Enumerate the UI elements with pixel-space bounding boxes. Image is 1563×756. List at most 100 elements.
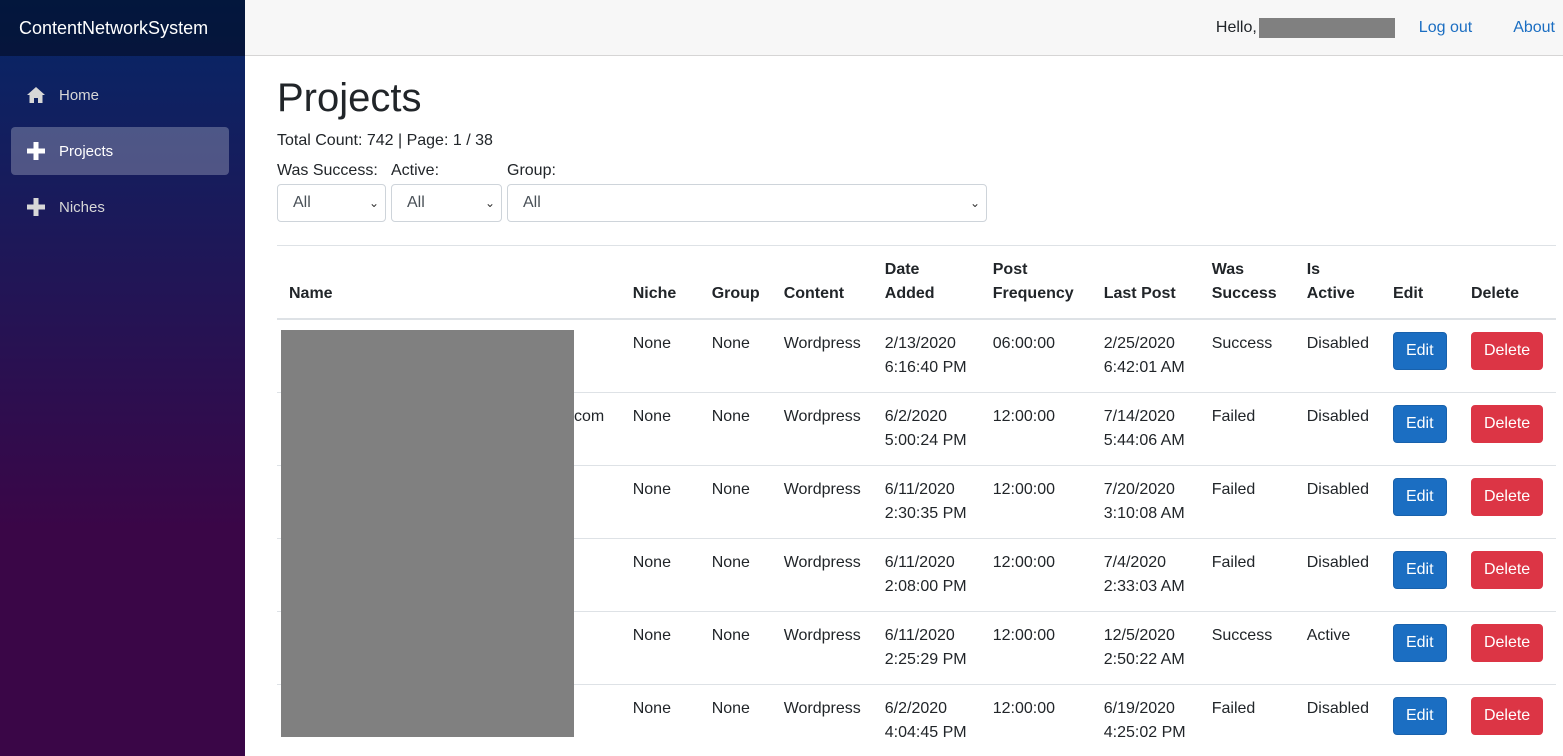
delete-button[interactable]: Delete: [1470, 405, 1544, 443]
cell-was-success: Success: [1199, 318, 1295, 393]
cell-last-post: 7/14/2020 5:44:06 AM: [1091, 392, 1200, 466]
brand-bar: ContentNetworkSystem: [0, 0, 245, 56]
col-niche: Niche: [620, 245, 700, 320]
edit-button[interactable]: Edit: [1392, 405, 1447, 443]
cell-date-added: 6/11/2020 2:25:29 PM: [872, 611, 981, 685]
col-last-post: Last Post: [1091, 245, 1200, 320]
sidebar-item-label: Projects: [59, 142, 114, 160]
group-select[interactable]: All ⌄: [507, 184, 987, 222]
select-value: All: [407, 194, 425, 211]
greeting: Hello,: [1215, 17, 1395, 38]
logout-link[interactable]: Log out: [1419, 19, 1472, 37]
cell-niche: None: [620, 465, 700, 539]
cell-delete: Delete: [1458, 538, 1556, 612]
cell-was-success: Failed: [1199, 392, 1295, 466]
redacted-username: [1258, 17, 1395, 38]
edit-button[interactable]: Edit: [1392, 478, 1447, 516]
plus-icon: [25, 196, 47, 218]
cell-content: Wordpress: [771, 392, 873, 466]
filter-group: Group: All ⌄: [507, 162, 987, 222]
cell-was-success: Success: [1199, 611, 1295, 685]
cell-content: Wordpress: [771, 465, 873, 539]
table-header-row: Name Niche Group Content Date Added Post F…: [277, 245, 1556, 320]
sidebar-item-home[interactable]: Home: [11, 71, 229, 119]
col-delete: Delete: [1458, 245, 1556, 320]
page-total: 38: [475, 132, 493, 149]
cell-was-success: Failed: [1199, 684, 1295, 756]
cell-post-frequency: 12:00:00: [980, 392, 1092, 466]
cell-content: Wordpress: [771, 684, 873, 756]
was-success-select[interactable]: All ⌄: [277, 184, 386, 222]
cell-is-active: Active: [1294, 611, 1381, 685]
cell-was-success: Failed: [1199, 538, 1295, 612]
cell-is-active: Disabled: [1294, 465, 1381, 539]
cell-group: None: [699, 392, 772, 466]
page-title: Projects: [277, 76, 422, 120]
cell-group: None: [699, 611, 772, 685]
edit-button[interactable]: Edit: [1392, 697, 1447, 735]
delete-button[interactable]: Delete: [1470, 624, 1544, 662]
cell-post-frequency: 12:00:00: [980, 611, 1092, 685]
cell-edit: Edit: [1380, 611, 1459, 685]
filter-label: Was Success:: [277, 162, 378, 179]
col-name: Name: [277, 245, 621, 320]
cell-delete: Delete: [1458, 318, 1556, 393]
name-text: com: [574, 408, 605, 425]
col-was-success: Was Success: [1199, 245, 1295, 320]
cell-edit: Edit: [1380, 684, 1459, 756]
delete-button[interactable]: Delete: [1470, 332, 1544, 370]
cell-content: Wordpress: [771, 611, 873, 685]
page-slash: /: [461, 132, 476, 149]
top-bar: Hello, Log out About: [245, 0, 1563, 56]
delete-button[interactable]: Delete: [1470, 697, 1544, 735]
edit-button[interactable]: Edit: [1392, 551, 1447, 589]
page-current: 1: [452, 132, 462, 149]
cell-niche: None: [620, 684, 700, 756]
cell-group: None: [699, 318, 772, 393]
edit-button[interactable]: Edit: [1392, 624, 1447, 662]
select-value: All: [523, 194, 541, 211]
cell-niche: None: [620, 611, 700, 685]
cell-date-added: 6/2/2020 5:00:24 PM: [872, 392, 981, 466]
brand-link[interactable]: ContentNetworkSystem: [19, 18, 208, 39]
cell-niche: None: [620, 392, 700, 466]
sidebar-item-label: Home: [59, 86, 100, 104]
cell-content: Wordpress: [771, 318, 873, 393]
sidebar-item-projects[interactable]: Projects: [11, 127, 229, 175]
cell-date-added: 6/11/2020 2:08:00 PM: [872, 538, 981, 612]
cell-post-frequency: 12:00:00: [980, 684, 1092, 756]
count-prefix: Total Count:: [277, 132, 367, 149]
cell-is-active: Disabled: [1294, 392, 1381, 466]
total-count: 742: [366, 132, 394, 149]
cell-date-added: 2/13/2020 6:16:40 PM: [872, 318, 981, 393]
edit-button[interactable]: Edit: [1392, 332, 1447, 370]
greeting-text: Hello,: [1215, 18, 1257, 36]
cell-edit: Edit: [1380, 538, 1459, 612]
about-link[interactable]: About: [1513, 19, 1555, 37]
cell-post-frequency: 12:00:00: [980, 465, 1092, 539]
cell-last-post: 12/5/2020 2:50:22 AM: [1091, 611, 1200, 685]
filters: Was Success: All ⌄ Active: All ⌄ Group: …: [277, 162, 1556, 222]
redacted-names: [281, 330, 574, 737]
cell-is-active: Disabled: [1294, 538, 1381, 612]
delete-button[interactable]: Delete: [1470, 551, 1544, 589]
sidebar: ContentNetworkSystem Home Projects Niche…: [0, 0, 245, 756]
col-group: Group: [699, 245, 772, 320]
cell-date-added: 6/11/2020 2:30:35 PM: [872, 465, 981, 539]
delete-button[interactable]: Delete: [1470, 478, 1544, 516]
cell-niche: None: [620, 538, 700, 612]
plus-icon: [25, 140, 47, 162]
cell-content: Wordpress: [771, 538, 873, 612]
chevron-down-icon: ⌄: [368, 196, 379, 210]
col-date-added: Date Added: [872, 245, 981, 320]
cell-group: None: [699, 538, 772, 612]
cell-delete: Delete: [1458, 465, 1556, 539]
cell-last-post: 7/20/2020 3:10:08 AM: [1091, 465, 1200, 539]
count-summary: Total Count: 742 | Page: 1 / 38: [277, 132, 1556, 150]
cell-niche: None: [620, 318, 700, 393]
active-select[interactable]: All ⌄: [391, 184, 502, 222]
cell-delete: Delete: [1458, 684, 1556, 756]
cell-was-success: Failed: [1199, 465, 1295, 539]
filter-active: Active: All ⌄: [391, 162, 502, 222]
sidebar-item-niches[interactable]: Niches: [11, 183, 229, 231]
